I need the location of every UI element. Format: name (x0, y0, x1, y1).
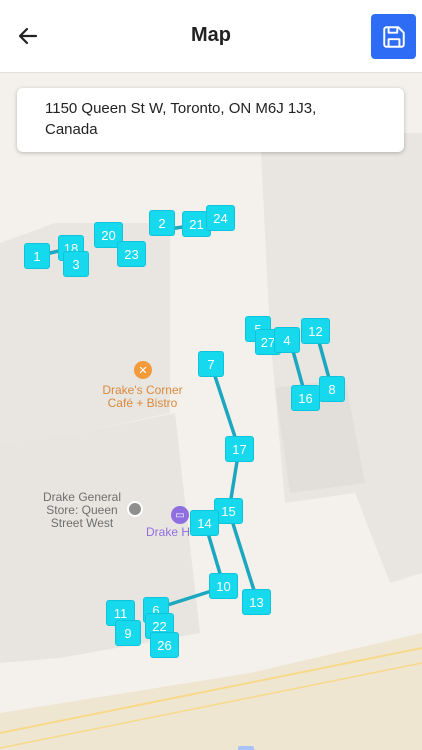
route-lines (35, 223, 334, 611)
address-bar[interactable]: 1150 Queen St W, Toronto, ON M6J 1J3, Ca… (17, 88, 404, 152)
map-marker[interactable]: 1 (24, 243, 50, 269)
page-title: Map (191, 24, 231, 46)
poi-drake-hotel[interactable]: Drake H (146, 526, 196, 539)
map-view[interactable]: ✕ Drake's Corner Café + Bistro Drake Gen… (0, 73, 422, 750)
map-marker[interactable]: 24 (206, 205, 235, 231)
poi-label-line: Street West (50, 516, 114, 530)
hotel-poi-icon[interactable]: ▭ (171, 506, 189, 524)
poi-drakes-corner[interactable]: Drake's Corner Café + Bistro (85, 384, 200, 410)
address-line: Canada (45, 121, 98, 138)
map-marker[interactable]: 16 (291, 385, 320, 411)
map-marker[interactable]: 7 (198, 351, 224, 377)
poi-drake-general[interactable]: Drake General Store: Queen Street West (34, 491, 130, 530)
map-marker[interactable]: 14 (190, 510, 219, 536)
map-marker[interactable]: 3 (63, 251, 89, 277)
map-marker[interactable]: 10 (209, 573, 238, 599)
floppy-disk-icon (382, 25, 405, 48)
map-marker[interactable]: 26 (150, 632, 179, 658)
poi-label-line: Café + Bistro (107, 396, 178, 410)
app-header: Map (0, 0, 422, 73)
map-marker[interactable]: 2 (149, 210, 175, 236)
map-marker[interactable]: 4 (274, 327, 300, 353)
address-line: 1150 Queen St W, Toronto, ON M6J 1J3, (45, 100, 317, 117)
map-marker[interactable]: 12 (301, 318, 330, 344)
map-marker[interactable]: 8 (319, 376, 345, 402)
map-marker[interactable]: 13 (242, 589, 271, 615)
map-marker[interactable]: 9 (115, 620, 141, 646)
save-button[interactable] (371, 14, 416, 59)
restaurant-poi-icon[interactable]: ✕ (134, 361, 152, 379)
map-marker[interactable]: 17 (225, 436, 254, 462)
map-marker[interactable]: 23 (117, 241, 146, 267)
